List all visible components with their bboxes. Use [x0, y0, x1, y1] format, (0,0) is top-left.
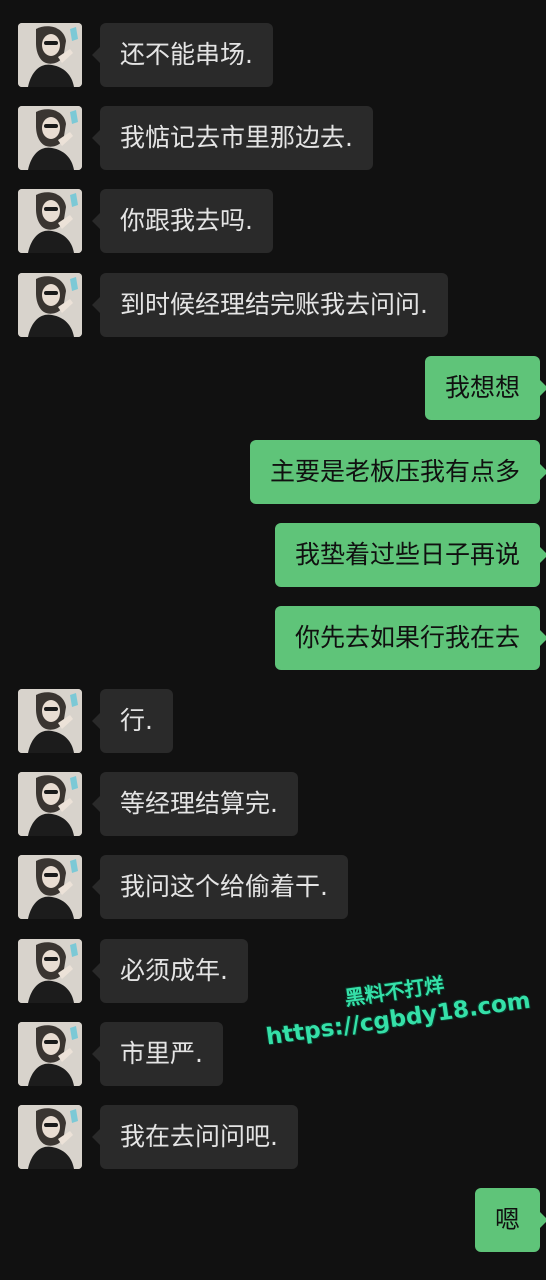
message-bubble[interactable]: 到时候经理结完账我去问问. [92, 273, 448, 337]
message-row-outgoing: 嗯 [0, 1188, 546, 1254]
message-row-incoming: 到时候经理结完账我去问问. [0, 273, 546, 339]
message-bubble[interactable]: 我垫着过些日子再说 [274, 523, 546, 587]
message-row-incoming: 我在去问问吧. [0, 1105, 546, 1171]
message-row-outgoing: 我垫着过些日子再说 [0, 523, 546, 589]
contact-avatar[interactable] [18, 772, 82, 836]
message-row-incoming: 我惦记去市里那边去. [0, 106, 546, 172]
contact-avatar[interactable] [18, 23, 82, 87]
message-bubble[interactable]: 你先去如果行我在去 [274, 606, 546, 670]
message-bubble[interactable]: 我问这个给偷着干. [92, 855, 348, 919]
contact-avatar[interactable] [18, 1105, 82, 1169]
contact-avatar[interactable] [18, 939, 82, 1003]
message-bubble[interactable]: 必须成年. [92, 939, 248, 1003]
message-bubble[interactable]: 市里严. [92, 1022, 223, 1086]
message-row-incoming: 还不能串场. [0, 23, 546, 89]
message-bubble[interactable]: 你跟我去吗. [92, 189, 273, 253]
message-bubble[interactable]: 嗯 [474, 1188, 546, 1252]
contact-avatar[interactable] [18, 189, 82, 253]
message-row-outgoing: 主要是老板压我有点多 [0, 440, 546, 506]
contact-avatar[interactable] [18, 1022, 82, 1086]
message-row-outgoing: 我想想 [0, 356, 546, 422]
message-row-incoming: 我问这个给偷着干. [0, 855, 546, 921]
message-bubble[interactable]: 等经理结算完. [92, 772, 298, 836]
message-bubble[interactable]: 行. [92, 689, 173, 753]
message-bubble[interactable]: 我在去问问吧. [92, 1105, 298, 1169]
message-bubble[interactable]: 还不能串场. [92, 23, 273, 87]
message-row-incoming: 等经理结算完. [0, 772, 546, 838]
chat-history: 还不能串场. 我惦记去市里那边去. 你跟我去吗. 到时候经理结完账我去问问. 我… [0, 0, 546, 1280]
contact-avatar[interactable] [18, 855, 82, 919]
message-row-outgoing: 你先去如果行我在去 [0, 606, 546, 672]
message-row-incoming: 行. [0, 689, 546, 755]
message-row-incoming: 你跟我去吗. [0, 189, 546, 255]
contact-avatar[interactable] [18, 273, 82, 337]
contact-avatar[interactable] [18, 689, 82, 753]
message-bubble[interactable]: 主要是老板压我有点多 [249, 440, 546, 504]
message-bubble[interactable]: 我想想 [424, 356, 546, 420]
message-bubble[interactable]: 我惦记去市里那边去. [92, 106, 373, 170]
contact-avatar[interactable] [18, 106, 82, 170]
